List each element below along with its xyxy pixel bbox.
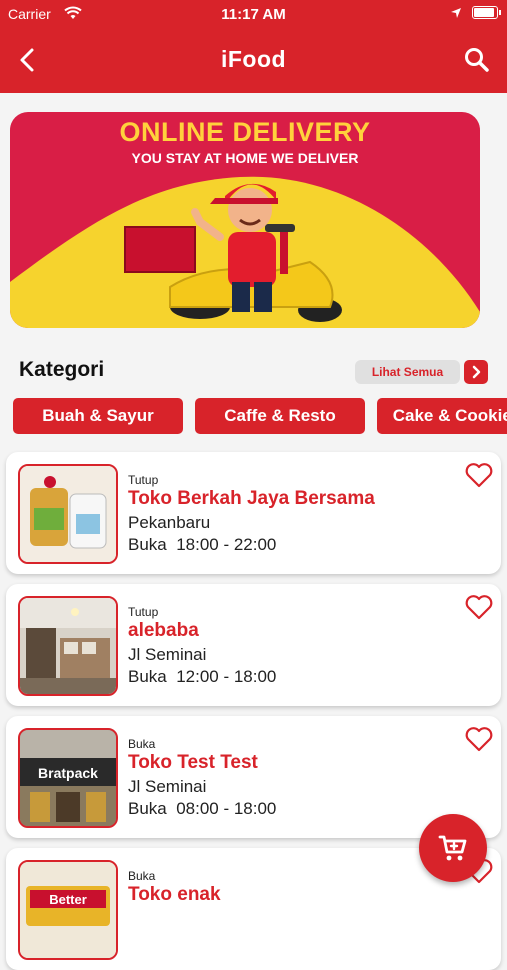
battery-icon <box>472 6 501 19</box>
category-chips: Buah & Sayur Caffe & Resto Cake & Cookies <box>13 398 507 436</box>
thumb-sign-text: Bratpack <box>38 765 98 781</box>
top-bar: Carrier 11:17 AM iFood <box>0 0 507 93</box>
category-section-title: Kategori <box>19 358 105 381</box>
store-hours: Buka 12:00 - 18:00 <box>128 667 277 686</box>
see-all-arrow-button[interactable] <box>464 360 488 384</box>
store-thumbnail: Bratpack <box>18 728 118 828</box>
store-card[interactable]: Tutup alebaba Jl Seminai Buka 12:00 - 18… <box>6 584 501 706</box>
store-info: Tutup Toko Berkah Jaya Bersama Pekanbaru… <box>128 473 441 555</box>
store-info: Tutup alebaba Jl Seminai Buka 12:00 - 18… <box>128 605 441 687</box>
store-thumbnail <box>18 464 118 564</box>
store-name: Toko Test Test <box>128 752 258 773</box>
store-status: Tutup <box>128 473 159 487</box>
store-thumbnail: Better <box>18 860 118 960</box>
store-name: Toko enak <box>128 884 221 905</box>
page-title: iFood <box>220 46 287 72</box>
heart-icon <box>465 727 493 752</box>
banner-headline: ONLINE DELIVERY <box>119 117 371 147</box>
cart-button[interactable] <box>419 814 487 882</box>
store-name: Toko Berkah Jaya Bersama <box>128 488 375 509</box>
store-info: Buka Toko enak <box>128 869 441 909</box>
heart-icon <box>465 463 493 488</box>
store-hours: Buka 08:00 - 18:00 <box>128 799 277 818</box>
nav-bar: iFood <box>0 28 507 93</box>
chevron-right-icon <box>472 365 481 379</box>
search-button[interactable] <box>463 46 491 74</box>
favorite-button[interactable] <box>465 462 493 488</box>
category-chip[interactable]: Cake & Cookies <box>377 398 507 434</box>
see-all-button[interactable]: Lihat Semua <box>355 360 460 384</box>
store-status: Buka <box>128 737 156 751</box>
store-card[interactable]: Tutup Toko Berkah Jaya Bersama Pekanbaru… <box>6 452 501 574</box>
heart-icon <box>465 595 493 620</box>
banner-subline: YOU STAY AT HOME WE DELIVER <box>131 150 359 166</box>
store-address: Pekanbaru <box>128 513 211 532</box>
favorite-button[interactable] <box>465 726 493 752</box>
store-info: Buka Toko Test Test Jl Seminai Buka 08:0… <box>128 737 441 819</box>
category-chip[interactable]: Caffe & Resto <box>195 398 365 434</box>
favorite-button[interactable] <box>465 594 493 620</box>
status-time: 11:17 AM <box>221 6 286 23</box>
cart-icon <box>438 835 467 861</box>
store-address: Jl Seminai <box>128 777 207 796</box>
search-icon <box>465 48 489 72</box>
status-bar: Carrier 11:17 AM <box>0 0 507 28</box>
store-hours: Buka 18:00 - 22:00 <box>128 535 277 554</box>
store-card[interactable]: Bratpack Buka Toko Test Test Jl Seminai … <box>6 716 501 838</box>
promo-banner[interactable]: ONLINE DELIVERY YOU STAY AT HOME WE DELI… <box>10 112 480 328</box>
category-chip[interactable]: Buah & Sayur <box>13 398 183 434</box>
store-thumbnail <box>18 596 118 696</box>
location-arrow-icon <box>450 6 462 22</box>
store-name: alebaba <box>128 620 199 641</box>
store-status: Tutup <box>128 605 159 619</box>
store-status: Buka <box>128 869 156 883</box>
store-address: Jl Seminai <box>128 645 207 664</box>
